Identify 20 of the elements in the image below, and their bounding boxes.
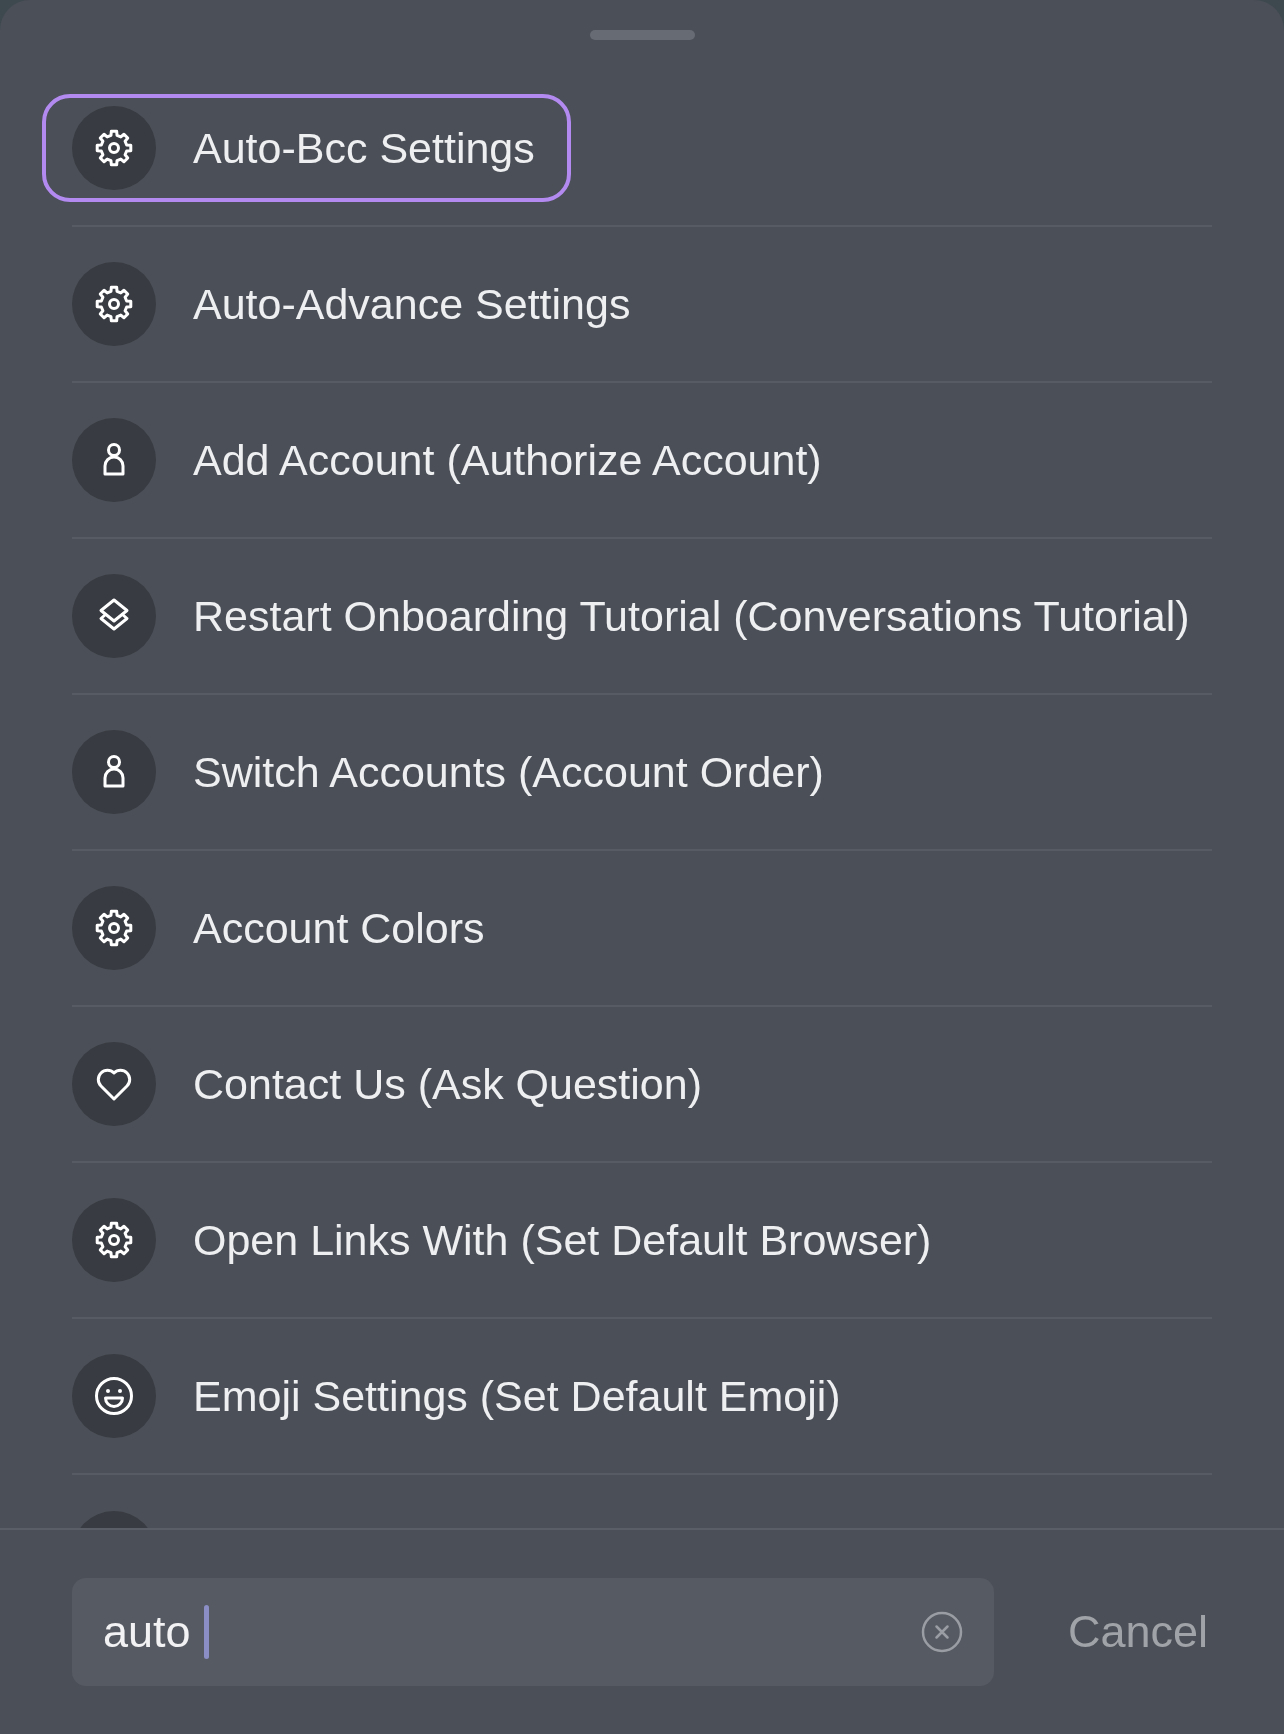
smiley-icon [72, 1354, 156, 1438]
clear-icon[interactable] [921, 1611, 963, 1653]
command-item[interactable]: Auto-Bcc Settings [42, 94, 571, 202]
drag-handle[interactable] [589, 30, 695, 40]
search-field[interactable]: auto [72, 1578, 994, 1686]
command-item[interactable]: Account Colors [42, 874, 521, 982]
person-icon [72, 730, 156, 814]
gear-icon [72, 106, 156, 190]
command-item[interactable]: Auto-Advance Settings [42, 250, 667, 358]
gear-icon [72, 262, 156, 346]
layers-icon [72, 574, 156, 658]
command-item[interactable]: Add Account (Authorize Account) [42, 406, 858, 514]
command-item[interactable]: Open Links With (Set Default Browser) [42, 1186, 968, 1294]
command-item[interactable]: Emoji Settings (Set Default Emoji) [42, 1342, 877, 1450]
command-item[interactable]: Switch Accounts (Account Order) [42, 718, 860, 826]
command-item[interactable]: Contact Us (Ask Question) [42, 1030, 738, 1138]
command-item[interactable]: Restart Onboarding Tutorial (Conversations Tutorial) [42, 562, 1226, 670]
gear-icon [72, 1198, 156, 1282]
gear-icon [72, 886, 156, 970]
person-icon [72, 418, 156, 502]
